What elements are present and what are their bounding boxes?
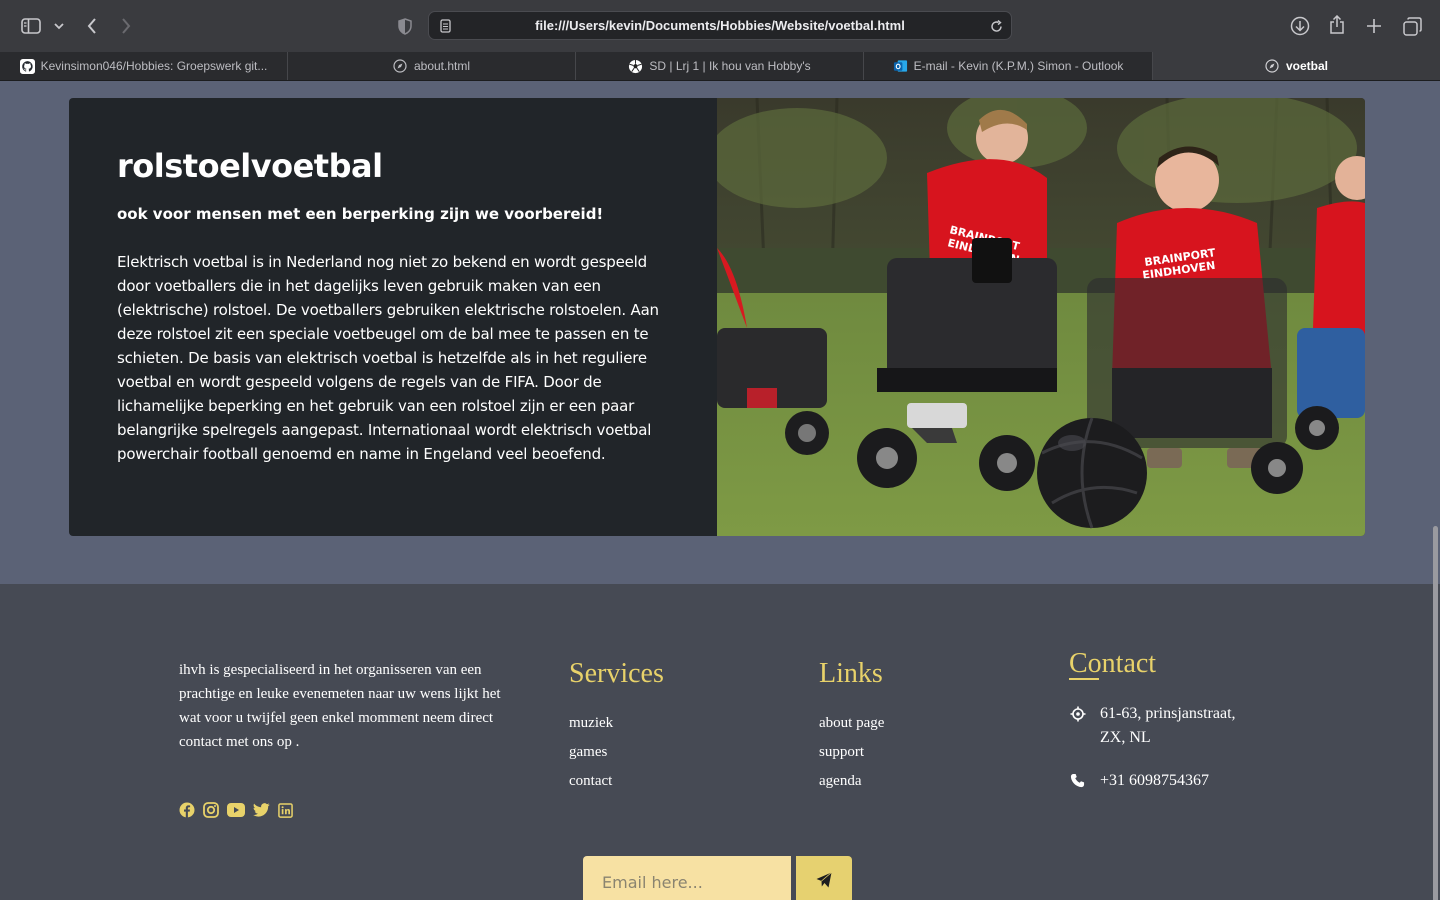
- tab-voetbal[interactable]: voetbal: [1153, 52, 1440, 80]
- compass-icon: [1265, 59, 1280, 74]
- card-subtitle: ook voor mensen met een berperking zijn …: [117, 205, 604, 223]
- compass-icon: [393, 59, 408, 74]
- links-link-support[interactable]: support: [819, 744, 884, 773]
- page-scrollbar[interactable]: [1431, 81, 1440, 900]
- scroll-thumb[interactable]: [1433, 526, 1438, 900]
- tab-sd-hobby[interactable]: SD | Lrj 1 | Ik hou van Hobby's: [576, 52, 864, 80]
- contact-phone: +31 6098754367: [1069, 769, 1209, 793]
- phone-text: +31 6098754367: [1100, 772, 1210, 789]
- tab-label: Kevinsimon046/Hobbies: Groepswerk git...: [40, 59, 268, 73]
- tab-label: SD | Lrj 1 | Ik hou van Hobby's: [649, 59, 811, 73]
- send-button[interactable]: [796, 856, 852, 900]
- linkedin-icon[interactable]: [278, 802, 293, 818]
- page-content: rolstoelvoetbal ook voor mensen met een …: [0, 81, 1440, 900]
- site-footer: ihvh is gespecialiseerd in het organisse…: [0, 584, 1440, 900]
- forward-icon[interactable]: [116, 15, 136, 37]
- links-link-agenda[interactable]: agenda: [819, 773, 884, 802]
- services-link-muziek[interactable]: muziek: [569, 715, 613, 744]
- reload-icon[interactable]: [988, 18, 1004, 34]
- tab-label: voetbal: [1285, 59, 1328, 73]
- github-icon: [19, 58, 35, 74]
- privacy-shield-icon[interactable]: [396, 16, 414, 36]
- twitter-icon[interactable]: [253, 803, 270, 817]
- tab-overview-icon[interactable]: [1401, 15, 1423, 37]
- browser-toolbar: file:///Users/kevin/Documents/Hobbies/We…: [0, 0, 1440, 52]
- phone-icon: [1069, 769, 1086, 793]
- facebook-icon[interactable]: [179, 802, 195, 818]
- new-tab-icon[interactable]: [1364, 16, 1384, 36]
- paper-plane-icon: [816, 872, 832, 888]
- links-list: about page support agenda: [819, 715, 884, 802]
- services-link-games[interactable]: games: [569, 744, 613, 773]
- card-title: rolstoelvoetbal: [117, 147, 383, 185]
- tab-label: E-mail - Kevin (K.P.M.) Simon - Outlook: [913, 59, 1124, 73]
- email-input[interactable]: Email here...: [583, 856, 791, 900]
- sidebar-toggle-icon[interactable]: [20, 16, 42, 36]
- social-links: [179, 802, 293, 818]
- address-text: 61-63, prinsjanstraat, ZX, NL: [1100, 705, 1236, 746]
- tab-label: about.html: [413, 59, 471, 73]
- outlook-icon: [893, 59, 908, 74]
- links-heading: Links: [819, 658, 883, 689]
- back-icon[interactable]: [82, 15, 102, 37]
- contact-address: 61-63, prinsjanstraat, ZX, NL: [1069, 702, 1250, 750]
- youtube-icon[interactable]: [227, 803, 245, 817]
- feature-card: rolstoelvoetbal ook voor mensen met een …: [69, 98, 1365, 536]
- tab-about[interactable]: about.html: [288, 52, 576, 80]
- contact-underline: [1069, 678, 1099, 680]
- card-text: rolstoelvoetbal ook voor mensen met een …: [117, 146, 677, 466]
- tab-github[interactable]: Kevinsimon046/Hobbies: Groepswerk git...: [0, 52, 288, 80]
- services-link-contact[interactable]: contact: [569, 773, 613, 802]
- instagram-icon[interactable]: [203, 802, 219, 818]
- links-link-about[interactable]: about page: [819, 715, 884, 744]
- tab-outlook[interactable]: E-mail - Kevin (K.P.M.) Simon - Outlook: [864, 52, 1153, 80]
- share-icon[interactable]: [1327, 14, 1347, 36]
- url-text: file:///Users/kevin/Documents/Hobbies/We…: [535, 18, 905, 33]
- address-bar[interactable]: file:///Users/kevin/Documents/Hobbies/We…: [428, 11, 1012, 40]
- location-icon: [1069, 702, 1086, 750]
- chevron-down-icon[interactable]: [52, 18, 66, 34]
- services-list: muziek games contact: [569, 715, 613, 802]
- services-heading: Services: [569, 658, 664, 689]
- soccer-ball-icon: [628, 59, 643, 74]
- tab-bar: Kevinsimon046/Hobbies: Groepswerk git...…: [0, 52, 1440, 81]
- card-body: Elektrisch voetbal is in Nederland nog n…: [117, 253, 659, 463]
- footer-about-text: ihvh is gespecialiseerd in het organisse…: [179, 662, 501, 750]
- downloads-icon[interactable]: [1289, 15, 1311, 37]
- contact-heading: Contact: [1069, 648, 1157, 679]
- wheelchair-football-photo: BRAINPORT EINDHOVEN BRAINPORT EINDHOVEN: [717, 98, 1365, 536]
